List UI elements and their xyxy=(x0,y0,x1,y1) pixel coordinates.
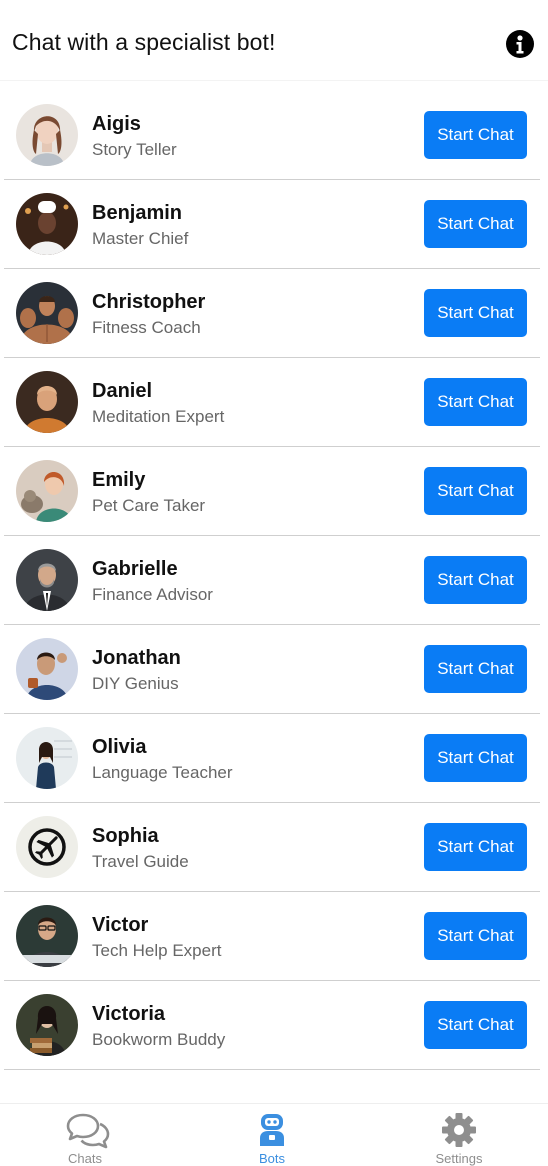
start-chat-button[interactable]: Start Chat xyxy=(424,111,527,159)
start-chat-button[interactable]: Start Chat xyxy=(424,556,527,604)
bot-name: Daniel xyxy=(92,380,153,402)
avatar xyxy=(16,905,78,967)
bot-row-gabrielle: Gabrielle Finance Advisor Start Chat xyxy=(4,536,540,625)
gear-icon xyxy=(439,1111,479,1149)
tab-label: Bots xyxy=(258,1151,285,1166)
bot-row-victoria: Victoria Bookworm Buddy Start Chat xyxy=(4,981,540,1070)
app-header: Chat with a specialist bot! xyxy=(0,0,548,81)
avatar xyxy=(16,193,78,255)
bot-name: Victor xyxy=(92,914,149,936)
avatar xyxy=(16,460,78,522)
bot-row-emily: Emily Pet Care Taker Start Chat xyxy=(4,447,540,536)
start-chat-button[interactable]: Start Chat xyxy=(424,1001,527,1049)
bot-role: Master Chief xyxy=(92,229,189,248)
bot-row-aigis: Aigis Story Teller Start Chat xyxy=(4,91,540,180)
bot-row-sophia: Sophia Travel Guide Start Chat xyxy=(4,803,540,892)
bot-role: Travel Guide xyxy=(92,852,189,871)
bot-role: Tech Help Expert xyxy=(92,941,222,960)
bot-role: DIY Genius xyxy=(92,674,179,693)
avatar xyxy=(16,727,78,789)
start-chat-button[interactable]: Start Chat xyxy=(424,467,527,515)
start-chat-button[interactable]: Start Chat xyxy=(424,378,527,426)
bot-role: Bookworm Buddy xyxy=(92,1030,226,1049)
tab-label: Settings xyxy=(435,1151,483,1166)
bot-list: Aigis Story Teller Start Chat Benjamin M… xyxy=(0,91,548,1070)
avatar xyxy=(16,816,78,878)
tab-bots[interactable]: Bots xyxy=(212,1104,332,1166)
robot-icon xyxy=(252,1111,292,1149)
start-chat-button[interactable]: Start Chat xyxy=(424,289,527,337)
tab-label: Chats xyxy=(68,1151,102,1166)
avatar xyxy=(16,994,78,1056)
bot-name: Olivia xyxy=(92,736,147,758)
avatar xyxy=(16,549,78,611)
bot-row-victor: Victor Tech Help Expert Start Chat xyxy=(4,892,540,981)
bot-role: Language Teacher xyxy=(92,763,233,782)
info-icon[interactable] xyxy=(506,30,534,58)
bottom-tab-bar: Chats Bots Settings xyxy=(0,1103,548,1166)
bot-name: Gabrielle xyxy=(92,558,178,580)
tab-settings[interactable]: Settings xyxy=(399,1104,519,1166)
bot-role: Meditation Expert xyxy=(92,407,225,426)
bot-name: Jonathan xyxy=(92,647,181,669)
avatar xyxy=(16,282,78,344)
bot-role: Pet Care Taker xyxy=(92,496,206,515)
bot-name: Aigis xyxy=(92,113,141,135)
bot-role: Story Teller xyxy=(92,140,177,159)
bot-role: Finance Advisor xyxy=(92,585,213,604)
bot-name: Christopher xyxy=(92,291,206,313)
bot-name: Sophia xyxy=(92,825,159,847)
avatar xyxy=(16,638,78,700)
bot-row-daniel: Daniel Meditation Expert Start Chat xyxy=(4,358,540,447)
bot-role: Fitness Coach xyxy=(92,318,201,337)
start-chat-button[interactable]: Start Chat xyxy=(424,912,527,960)
bot-row-benjamin: Benjamin Master Chief Start Chat xyxy=(4,180,540,269)
start-chat-button[interactable]: Start Chat xyxy=(424,645,527,693)
bot-row-jonathan: Jonathan DIY Genius Start Chat xyxy=(4,625,540,714)
bot-name: Emily xyxy=(92,469,146,491)
airplane-icon xyxy=(16,816,78,878)
start-chat-button[interactable]: Start Chat xyxy=(424,200,527,248)
bot-name: Victoria xyxy=(92,1003,165,1025)
avatar xyxy=(16,104,78,166)
chat-bubbles-icon xyxy=(65,1111,110,1149)
start-chat-button[interactable]: Start Chat xyxy=(424,823,527,871)
avatar xyxy=(16,371,78,433)
bot-row-olivia: Olivia Language Teacher Start Chat xyxy=(4,714,540,803)
page-title: Chat with a specialist bot! xyxy=(12,29,276,55)
start-chat-button[interactable]: Start Chat xyxy=(424,734,527,782)
bot-name: Benjamin xyxy=(92,202,183,224)
tab-chats[interactable]: Chats xyxy=(25,1104,145,1166)
bot-row-christopher: Christopher Fitness Coach Start Chat xyxy=(4,269,540,358)
